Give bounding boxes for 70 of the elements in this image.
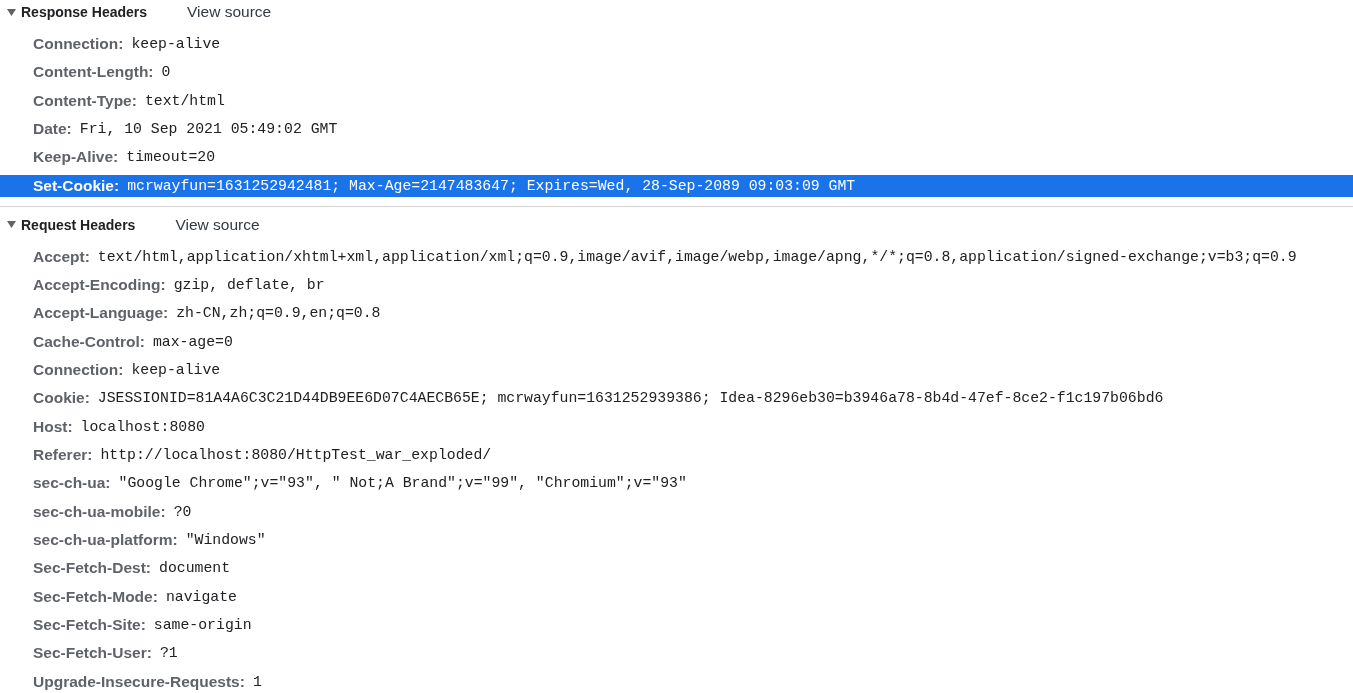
header-row[interactable]: Sec-Fetch-User: ?1: [0, 642, 1353, 665]
header-name: Connection:: [33, 35, 124, 53]
header-row[interactable]: sec-ch-ua-mobile: ?0: [0, 500, 1353, 523]
header-row[interactable]: Upgrade-Insecure-Requests: 1: [0, 670, 1353, 693]
header-value: mcrwayfun=1631252942481; Max-Age=2147483647; Expires=Wed, 28-Sep-2089 09:03:09 GMT: [127, 177, 856, 194]
header-row[interactable]: Sec-Fetch-Dest: document: [0, 557, 1353, 580]
header-name: Set-Cookie:: [33, 176, 120, 195]
header-row[interactable]: Content-Length: 0: [0, 61, 1353, 84]
header-value: timeout=20: [126, 149, 216, 166]
header-row[interactable]: Cache-Control: max-age=0: [0, 330, 1353, 353]
header-value: 1: [252, 673, 262, 690]
header-row[interactable]: Accept-Language: zh-CN,zh;q=0.9,en;q=0.8: [0, 302, 1353, 325]
header-value: ?1: [159, 645, 178, 662]
header-row[interactable]: Content-Type: text/html: [0, 89, 1353, 112]
header-value: zh-CN,zh;q=0.9,en;q=0.8: [176, 305, 381, 322]
header-name: sec-ch-ua:: [33, 474, 111, 493]
header-value: http://localhost:8080/HttpTest_war_exploded/: [100, 446, 492, 463]
header-name: Host:: [33, 417, 73, 436]
header-value: "Windows": [185, 531, 266, 548]
header-name: Upgrade-Insecure-Requests:: [33, 672, 245, 691]
header-row[interactable]: Accept: text/html,application/xhtml+xml,application/xml;q=0.9,image/avif,image/webp,image/apng,*/*;q=0.8,application/signed-exchange;v=b3;q=0.9: [0, 245, 1353, 268]
header-row[interactable]: Referer: http://localhost:8080/HttpTest_war_exploded/: [0, 443, 1353, 466]
header-name: Accept-Language:: [33, 304, 169, 323]
header-name: Sec-Fetch-User:: [33, 644, 152, 663]
section-toggle[interactable]: Response Headers: [7, 4, 148, 20]
header-name: Cookie:: [33, 389, 90, 408]
header-row[interactable]: Set-Cookie: mcrwayfun=1631252942481; Max-Age=2147483647; Expires=Wed, 28-Sep-2089 09:03:09 GMT: [0, 174, 1353, 197]
header-name: Date:: [33, 119, 72, 138]
header-name: sec-ch-ua-platform:: [33, 530, 178, 549]
header-value: Fri, 10 Sep 2021 05:49:02 GMT: [79, 120, 338, 137]
header-name: Keep-Alive:: [33, 148, 119, 167]
view-source-link[interactable]: View source: [175, 215, 260, 234]
header-name: Sec-Fetch-Dest:: [33, 559, 151, 578]
header-name: Content-Length:: [33, 63, 154, 82]
header-name: Sec-Fetch-Mode:: [33, 587, 158, 606]
header-value: same-origin: [153, 616, 252, 633]
header-row[interactable]: sec-ch-ua-platform: "Windows": [0, 528, 1353, 551]
header-row[interactable]: Accept-Encoding: gzip, deflate, br: [0, 273, 1353, 296]
view-source-link[interactable]: View source: [187, 3, 272, 21]
header-row[interactable]: Cookie: JSESSIONID=81A4A6C3C21D44DB9EE6D07C4AECB65E; mcrwayfun=1631252939386; Idea-8296eb30=b3946a78-8b4d-47ef-8ce2-f1c197b06bd6: [0, 387, 1353, 410]
header-name: sec-ch-ua-mobile:: [33, 502, 166, 521]
header-row[interactable]: Host: localhost:8080: [0, 415, 1353, 438]
header-name: Accept-Encoding:: [33, 275, 166, 294]
header-value: ?0: [173, 503, 192, 520]
header-value: document: [159, 560, 231, 577]
header-value: max-age=0: [152, 333, 233, 350]
header-value: keep-alive: [131, 361, 221, 378]
header-value: text/html,application/xhtml+xml,application/xml;q=0.9,image/avif,image/webp,image/apng,*/*;q=0.8,application/signed-exchange;v=b3;q=0.9: [97, 248, 1297, 265]
header-row[interactable]: Date: Fri, 10 Sep 2021 05:49:02 GMT: [0, 117, 1353, 140]
header-value: "Google Chrome";v="93", " Not;A Brand";v="99", "Chromium";v="93": [118, 475, 687, 492]
header-name: Cache-Control:: [33, 332, 145, 351]
header-value: localhost:8080: [80, 418, 205, 435]
header-name: Content-Type:: [33, 91, 137, 110]
section-toggle[interactable]: Request Headers: [7, 216, 136, 233]
header-row[interactable]: Sec-Fetch-Site: same-origin: [0, 613, 1353, 636]
header-row[interactable]: Keep-Alive: timeout=20: [0, 146, 1353, 169]
header-row[interactable]: sec-ch-ua: "Google Chrome";v="93", " Not;A Brand";v="99", "Chromium";v="93": [0, 472, 1353, 495]
header-name: Sec-Fetch-Site:: [33, 615, 146, 634]
header-value: text/html: [144, 92, 225, 109]
header-name: Accept:: [33, 247, 90, 266]
header-value: keep-alive: [131, 36, 221, 52]
header-row[interactable]: Connection: keep-alive: [0, 358, 1353, 381]
header-row[interactable]: Connection: keep-alive: [0, 33, 1353, 55]
header-value: JSESSIONID=81A4A6C3C21D44DB9EE6D07C4AECB65E; mcrwayfun=1631252939386; Idea-8296eb30=b3946a78-8b4d-47ef-8ce2-f1c197b06bd6: [97, 390, 1164, 407]
header-value: gzip, deflate, br: [173, 276, 325, 293]
header-name: Connection:: [33, 360, 124, 379]
header-row[interactable]: Sec-Fetch-Mode: navigate: [0, 585, 1353, 608]
header-value: navigate: [165, 588, 237, 605]
header-name: Referer:: [33, 445, 93, 464]
header-value: 0: [161, 64, 171, 81]
